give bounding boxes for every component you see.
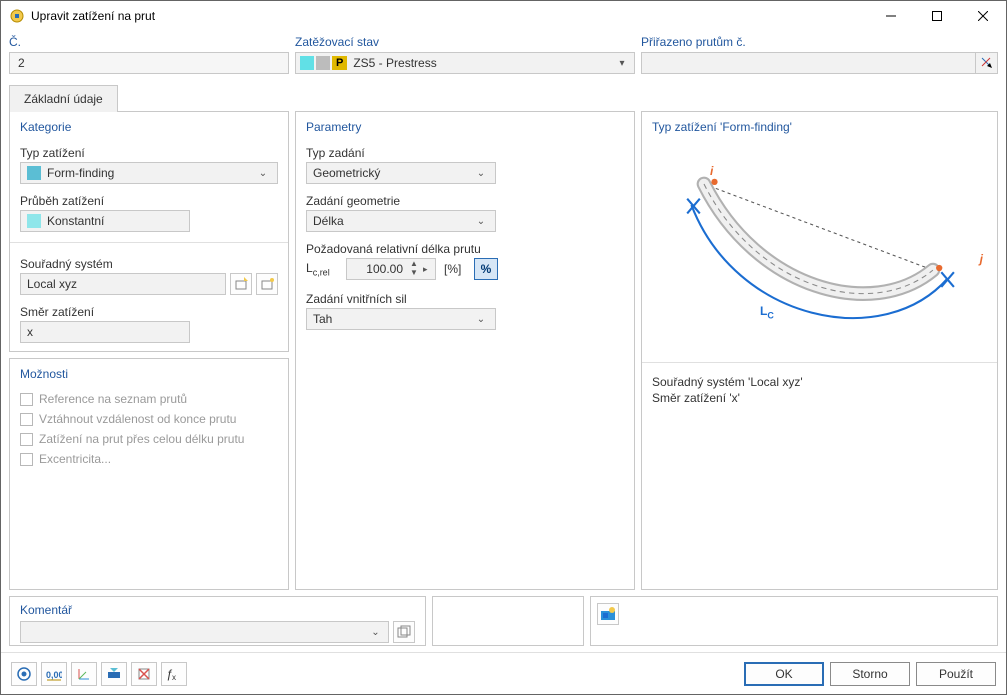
- footer: 0,00 ƒx OK Storno Použít: [1, 652, 1006, 694]
- units-button[interactable]: 0,00: [41, 662, 67, 686]
- tab-basic-data[interactable]: Základní údaje: [9, 85, 118, 112]
- lcrel-symbol: Lc,rel: [306, 261, 340, 277]
- aux-panel-1: [432, 596, 584, 646]
- view-settings-button[interactable]: [597, 603, 619, 625]
- info-dir: Směr zatížení 'x': [652, 391, 987, 405]
- definition-type-label: Typ zadání: [306, 146, 624, 160]
- percent-toggle-button[interactable]: %: [474, 258, 498, 280]
- load-dir-label: Směr zatížení: [20, 305, 278, 319]
- chevron-down-icon: ⌄: [473, 168, 489, 179]
- category-panel: Kategorie Typ zatížení Form-finding ⌄ Pr…: [9, 111, 289, 352]
- header-row: Č. Zatěžovací stav P ZS5 - Prestress ▾ P…: [1, 31, 1006, 80]
- loadcase-label: Zatěžovací stav: [295, 35, 635, 49]
- titlebar: Upravit zatížení na prut: [1, 1, 1006, 31]
- comment-select[interactable]: ⌄: [20, 621, 389, 643]
- display-settings-button[interactable]: [101, 662, 127, 686]
- load-type-label: Typ zatížení: [20, 146, 278, 160]
- internal-forces-select[interactable]: Tah ⌄: [306, 308, 496, 330]
- info-coord: Souřadný systém 'Local xyz': [652, 375, 987, 389]
- maximize-button[interactable]: [914, 1, 960, 31]
- chevron-down-icon: ⌄: [368, 627, 384, 638]
- function-button[interactable]: ƒx: [161, 662, 187, 686]
- definition-type-select[interactable]: Geometrický ⌄: [306, 162, 496, 184]
- loadcase-badge: P: [332, 56, 347, 70]
- load-dist-select[interactable]: Konstantní: [20, 210, 190, 232]
- loadcase-text: ZS5 - Prestress: [353, 56, 614, 70]
- aux-panel-2: [590, 596, 999, 646]
- parameters-title: Parametry: [306, 120, 624, 134]
- parameters-panel: Parametry Typ zadání Geometrický ⌄ Zadán…: [295, 111, 635, 590]
- loadcase-color2-icon: [316, 56, 330, 70]
- dialog-window: Upravit zatížení na prut Č. Zatěžovací s…: [0, 0, 1007, 695]
- options-panel: Možnosti Reference na seznam prutů Vztáh…: [9, 358, 289, 590]
- assigned-input-group: [641, 52, 998, 74]
- close-button[interactable]: [960, 1, 1006, 31]
- load-type-diagram: i j LC: [652, 142, 987, 352]
- expand-icon: ▸: [423, 264, 433, 275]
- chevron-down-icon: ⌄: [255, 168, 271, 179]
- no-input[interactable]: [9, 52, 289, 74]
- load-dist-label: Průběh zatížení: [20, 194, 278, 208]
- delete-button[interactable]: [131, 662, 157, 686]
- assigned-label: Přiřazeno prutům č.: [641, 35, 998, 49]
- internal-forces-label: Zadání vnitřních sil: [306, 292, 624, 306]
- chevron-down-icon: ⌄: [473, 314, 489, 325]
- options-title: Možnosti: [20, 367, 278, 381]
- marker-j: j: [980, 252, 983, 266]
- pick-members-button[interactable]: [975, 53, 997, 73]
- assigned-input[interactable]: [642, 53, 975, 73]
- loadcase-select[interactable]: P ZS5 - Prestress ▾: [295, 52, 635, 74]
- preview-panel: Typ zatížení 'Form-finding': [641, 111, 998, 590]
- chevron-down-icon: ⌄: [473, 216, 489, 227]
- coord-label: Souřadný systém: [20, 257, 278, 271]
- apply-button[interactable]: Použít: [916, 662, 996, 686]
- coord-settings-button[interactable]: [71, 662, 97, 686]
- content-area: Kategorie Typ zatížení Form-finding ⌄ Pr…: [1, 111, 1006, 596]
- target-length-label: Požadovaná relativní délka prutu: [306, 242, 624, 256]
- cancel-button[interactable]: Storno: [830, 662, 910, 686]
- window-title: Upravit zatížení na prut: [31, 9, 868, 23]
- app-icon: [9, 8, 25, 24]
- lcrel-input[interactable]: 100.00 ▲▼ ▸: [346, 258, 436, 280]
- ok-button[interactable]: OK: [744, 662, 824, 686]
- spinner-icon: ▲▼: [407, 260, 421, 278]
- loadcase-color-icon: [300, 56, 314, 70]
- no-label: Č.: [9, 35, 289, 49]
- preview-title: Typ zatížení 'Form-finding': [652, 120, 987, 134]
- geometry-def-label: Zadání geometrie: [306, 194, 624, 208]
- geometry-def-select[interactable]: Délka ⌄: [306, 210, 496, 232]
- new-coord-button[interactable]: [230, 273, 252, 295]
- chevron-down-icon: ▾: [614, 58, 630, 69]
- opt-eccentricity[interactable]: Excentricita...: [20, 452, 278, 466]
- load-type-select[interactable]: Form-finding ⌄: [20, 162, 278, 184]
- svg-text:0,00: 0,00: [46, 670, 62, 680]
- marker-i: i: [710, 164, 713, 178]
- opt-reference-list[interactable]: Reference na seznam prutů: [20, 392, 278, 406]
- help-button[interactable]: [11, 662, 37, 686]
- comment-library-button[interactable]: [393, 621, 415, 643]
- coord-library-button[interactable]: [256, 273, 278, 295]
- opt-distance-from-end[interactable]: Vztáhnout vzdálenost od konce prutu: [20, 412, 278, 426]
- svg-text:x: x: [172, 673, 176, 682]
- tab-strip: Základní údaje: [1, 84, 1006, 111]
- comment-panel: Komentář ⌄: [9, 596, 426, 646]
- lcrel-unit: [%]: [444, 262, 468, 276]
- minimize-button[interactable]: [868, 1, 914, 31]
- form-finding-icon: [27, 166, 41, 180]
- bottom-row: Komentář ⌄: [1, 596, 1006, 652]
- comment-title: Komentář: [20, 603, 415, 617]
- category-title: Kategorie: [20, 120, 278, 134]
- coord-select[interactable]: Local xyz: [20, 273, 226, 295]
- constant-icon: [27, 214, 41, 228]
- load-dir-select[interactable]: x: [20, 321, 190, 343]
- lc-label: LC: [760, 304, 774, 320]
- opt-over-full-length[interactable]: Zatížení na prut přes celou délku prutu: [20, 432, 278, 446]
